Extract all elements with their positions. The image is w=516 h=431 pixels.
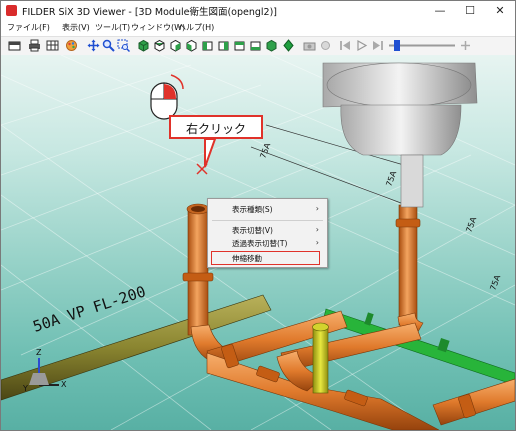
menu-separator <box>212 220 323 221</box>
menu-item-stretch-move[interactable]: 伸縮移動 <box>232 253 262 264</box>
menu-bar: ファイル(F) 表示(V) ツール(T) ウィンドウ(W) ヘルプ(H) <box>1 21 515 36</box>
view-cube-6-icon[interactable] <box>217 39 230 52</box>
move-icon[interactable] <box>87 39 100 52</box>
menu-item-display-type[interactable]: 表示種類(S) <box>232 204 273 215</box>
dim-label: 75A <box>258 141 272 159</box>
minimize-icon: — <box>434 4 446 17</box>
yellow-pipe <box>312 322 329 394</box>
right-click-callout: 右クリック <box>169 115 263 139</box>
mouse-icon <box>150 74 184 120</box>
app-window: FILDER SiX 3D Viewer - [3D Module衛生図面(op… <box>0 0 516 431</box>
palette-icon[interactable] <box>65 39 78 52</box>
menu-file[interactable]: ファイル(F) <box>7 22 50 33</box>
view-cube-7-icon[interactable] <box>233 39 246 52</box>
window-title: FILDER SiX 3D Viewer - [3D Module衛生図面(op… <box>22 7 278 18</box>
pipe-label: 50A VP FL-200 <box>31 282 148 335</box>
menu-tools[interactable]: ツール(T) <box>95 22 130 33</box>
menu-view[interactable]: 表示(V) <box>62 22 90 33</box>
click-target-x-icon <box>196 163 208 175</box>
close-button[interactable]: ✕ <box>485 1 515 21</box>
view-cube-5-icon[interactable] <box>201 39 214 52</box>
zoom-icon[interactable] <box>102 39 115 52</box>
callout-label: 右クリック <box>185 122 246 136</box>
minimize-button[interactable]: — <box>425 1 455 21</box>
menu-item-transparency-toggle[interactable]: 透過表示切替(T) <box>232 238 287 249</box>
submenu-arrow-icon: › <box>315 238 319 247</box>
print-icon[interactable] <box>28 39 41 52</box>
zoom-window-icon[interactable] <box>117 39 130 52</box>
axis-x-label: X <box>61 380 67 389</box>
camera-icon[interactable] <box>303 39 316 52</box>
open-icon[interactable] <box>8 39 21 52</box>
dim-label: 75A <box>488 273 502 291</box>
maximize-button[interactable]: ☐ <box>455 1 485 21</box>
zoom-plus-icon[interactable] <box>459 39 472 52</box>
title-bar: FILDER SiX 3D Viewer - [3D Module衛生図面(op… <box>1 1 515 21</box>
play-icon[interactable] <box>355 39 368 52</box>
rewind-icon[interactable] <box>339 39 352 52</box>
dim-label: 75A <box>464 215 478 233</box>
view-cube-4-icon[interactable] <box>185 39 198 52</box>
dim-label: 75A <box>384 169 398 187</box>
view-cube-2-icon[interactable] <box>153 39 166 52</box>
maximize-icon: ☐ <box>465 4 475 17</box>
view-cube-1-icon[interactable] <box>137 39 150 52</box>
axis-y-label: Y <box>22 384 28 393</box>
toolbar <box>1 36 515 56</box>
app-logo-icon <box>6 5 17 16</box>
record-icon[interactable] <box>319 39 332 52</box>
menu-item-highlight <box>211 251 320 265</box>
axis-z-label: Z <box>36 348 42 357</box>
close-icon: ✕ <box>495 4 505 17</box>
callout-pointer <box>204 138 217 168</box>
view-cube-3-icon[interactable] <box>169 39 182 52</box>
submenu-arrow-icon: › <box>315 204 319 213</box>
diamond-icon[interactable] <box>282 39 295 52</box>
submenu-arrow-icon: › <box>315 225 319 234</box>
menu-help[interactable]: ヘルプ(H) <box>178 22 214 33</box>
step-icon[interactable] <box>371 39 384 52</box>
grid-icon[interactable] <box>46 39 59 52</box>
toilet-fixture <box>322 62 478 208</box>
context-menu: 表示種類(S) › 表示切替(V) › 透過表示切替(T) › 伸縮移動 <box>207 198 328 268</box>
view-cube-8-icon[interactable] <box>249 39 262 52</box>
menu-item-display-toggle[interactable]: 表示切替(V) <box>232 225 273 236</box>
view-cube-9-icon[interactable] <box>265 39 278 52</box>
zoom-slider[interactable] <box>389 39 455 52</box>
